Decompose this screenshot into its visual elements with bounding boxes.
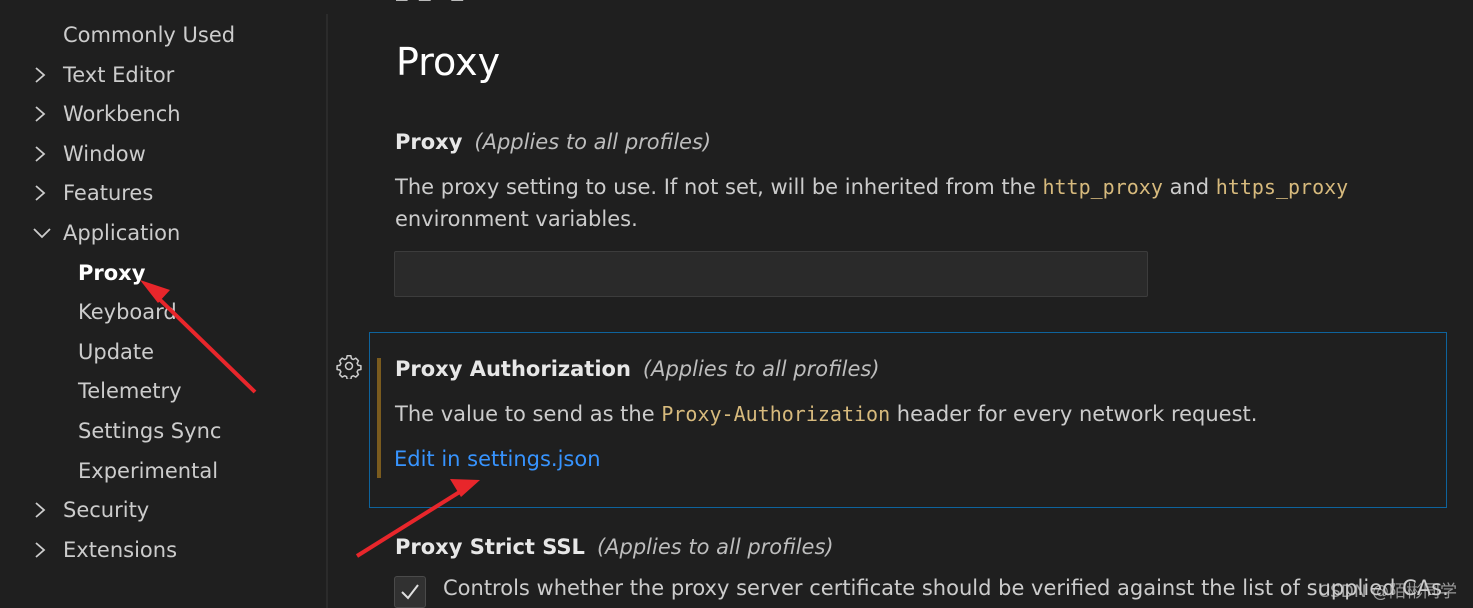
toc-item-proxy[interactable]: Proxy: [78, 257, 145, 289]
toc-item-workbench[interactable]: Workbench: [63, 98, 181, 130]
chevron-down-icon[interactable]: [32, 217, 51, 249]
setting-scope: (Applies to all profiles): [596, 535, 834, 559]
toc-item-text-editor[interactable]: Text Editor: [63, 59, 174, 91]
setting-name: Proxy Authorization: [395, 357, 631, 381]
chevron-right-icon[interactable]: [33, 138, 51, 170]
setting-title-proxy-strict-ssl: Proxy Strict SSL (Applies to all profiles…: [395, 535, 834, 559]
section-title: Proxy: [396, 40, 501, 84]
setting-scope: (Applies to all profiles): [642, 357, 880, 381]
toc-item-settings-sync[interactable]: Settings Sync: [78, 415, 221, 447]
edit-in-settings-json-link[interactable]: Edit in settings.json: [394, 447, 601, 471]
setting-title-proxy: Proxy (Applies to all profiles): [395, 130, 711, 154]
proxy-strict-ssl-label: Controls whether the proxy server certif…: [443, 576, 1449, 600]
setting-description-proxy-authorization: The value to send as the Proxy-Authoriza…: [395, 398, 1395, 430]
chevron-right-icon[interactable]: [33, 59, 51, 91]
chevron-right-icon[interactable]: [33, 98, 51, 130]
desc-text: and: [1162, 175, 1216, 199]
toc-item-features[interactable]: Features: [63, 177, 153, 209]
desc-text: The value to send as the: [395, 402, 662, 426]
desc-text: The proxy setting to use. If not set, wi…: [395, 175, 1043, 199]
toc-item-application[interactable]: Application: [63, 217, 180, 249]
gear-icon[interactable]: [336, 353, 362, 381]
desc-text: environment variables.: [395, 207, 638, 231]
setting-scope: (Applies to all profiles): [474, 130, 712, 154]
toc-item-commonly-used[interactable]: Commonly Used: [63, 19, 235, 51]
setting-name: Proxy Strict SSL: [395, 535, 585, 559]
setting-description-proxy: The proxy setting to use. If not set, wi…: [395, 171, 1395, 235]
previous-section-title-clipped: ▘▘ ▘: [396, 0, 475, 4]
settings-toc: Commonly Used Text Editor Workbench Wind…: [0, 0, 328, 608]
setting-name: Proxy: [395, 130, 463, 154]
chevron-right-icon[interactable]: [33, 534, 51, 566]
settings-editor: ▘▘ ▘ Proxy Proxy (Applies to all profiles…: [328, 0, 1473, 608]
desc-text: header for every network request.: [890, 402, 1258, 426]
toc-item-update[interactable]: Update: [78, 336, 154, 368]
toc-item-window[interactable]: Window: [63, 138, 146, 170]
check-icon: [401, 584, 419, 600]
code-https-proxy: https_proxy: [1215, 175, 1349, 199]
code-http-proxy: http_proxy: [1042, 175, 1163, 199]
toc-item-security[interactable]: Security: [63, 494, 149, 526]
toc-item-keyboard[interactable]: Keyboard: [78, 296, 177, 328]
watermark: CSDN @陌彬同学: [1318, 582, 1457, 602]
chevron-right-icon[interactable]: [33, 494, 51, 526]
toc-item-extensions[interactable]: Extensions: [63, 534, 177, 566]
code-proxy-authorization: Proxy-Authorization: [661, 402, 891, 426]
setting-title-proxy-authorization: Proxy Authorization (Applies to all profi…: [395, 357, 880, 381]
modified-indicator: [377, 358, 381, 478]
chevron-right-icon[interactable]: [33, 177, 51, 209]
proxy-input[interactable]: [394, 251, 1148, 297]
proxy-strict-ssl-checkbox[interactable]: [394, 576, 426, 608]
toc-item-experimental[interactable]: Experimental: [78, 455, 218, 487]
toc-item-telemetry[interactable]: Telemetry: [78, 375, 182, 407]
